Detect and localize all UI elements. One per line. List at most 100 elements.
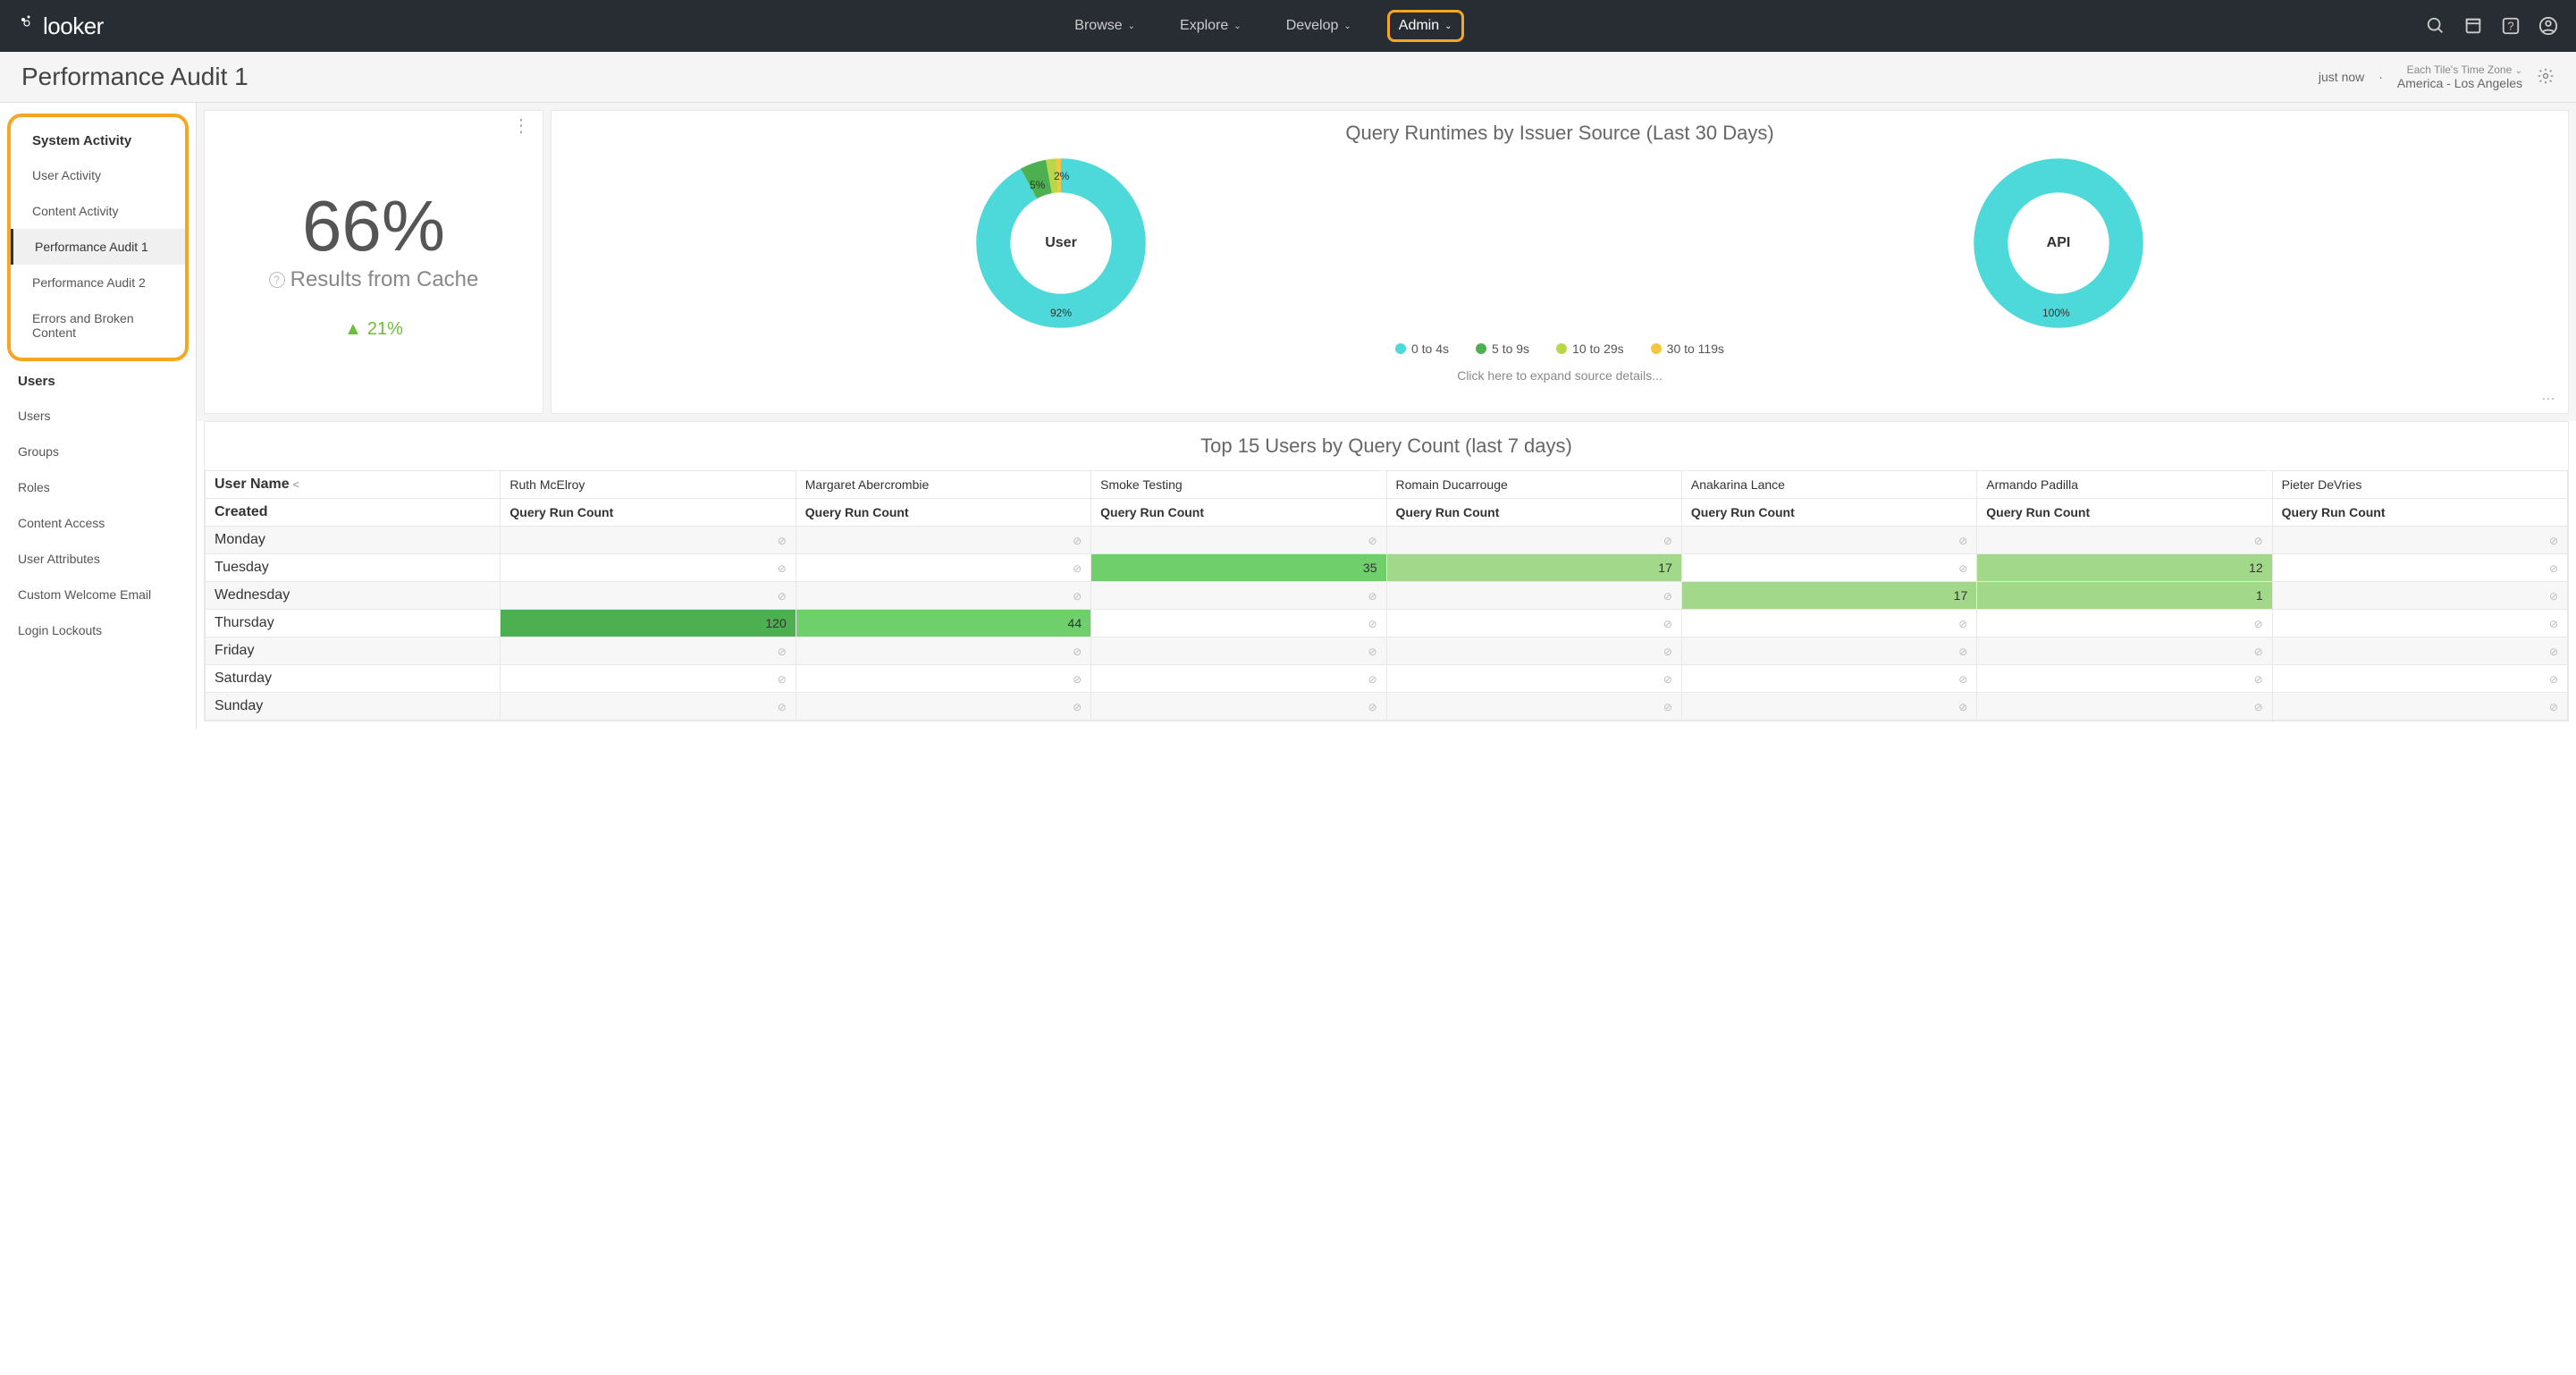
user-icon[interactable] xyxy=(2538,16,2558,36)
null-icon: ⊘ xyxy=(1958,645,1967,658)
table-cell-empty[interactable]: ⊘ xyxy=(1977,527,2272,554)
table-cell-empty[interactable]: ⊘ xyxy=(796,693,1090,721)
table-cell-empty[interactable]: ⊘ xyxy=(1386,693,1681,721)
table-cell-empty[interactable]: ⊘ xyxy=(501,665,796,693)
sidebar-item[interactable]: Users xyxy=(0,398,196,434)
table-cell[interactable]: 17 xyxy=(1386,554,1681,582)
timezone-block[interactable]: Each Tile's Time Zone ⌄ America - Los An… xyxy=(2397,63,2522,90)
metric-header[interactable]: Query Run Count xyxy=(1091,499,1386,527)
table-cell-empty[interactable]: ⊘ xyxy=(1386,610,1681,637)
legend-swatch xyxy=(1651,343,1662,354)
metric-header[interactable]: Query Run Count xyxy=(501,499,796,527)
table-cell-empty[interactable]: ⊘ xyxy=(796,554,1090,582)
nav-item-develop[interactable]: Develop⌄ xyxy=(1277,10,1360,42)
metric-header[interactable]: Query Run Count xyxy=(1386,499,1681,527)
sidebar-item[interactable]: Groups xyxy=(0,434,196,469)
user-name-header[interactable]: User Name< xyxy=(206,471,501,499)
search-icon[interactable] xyxy=(2426,16,2446,36)
table-cell-empty[interactable]: ⊘ xyxy=(1681,610,1976,637)
table-cell-empty[interactable]: ⊘ xyxy=(796,637,1090,665)
metric-header[interactable]: Query Run Count xyxy=(2272,499,2567,527)
nav-item-explore[interactable]: Explore⌄ xyxy=(1171,10,1250,42)
sidebar-item[interactable]: Performance Audit 2 xyxy=(11,265,185,300)
table-cell-empty[interactable]: ⊘ xyxy=(501,637,796,665)
table-cell-empty[interactable]: ⊘ xyxy=(1977,693,2272,721)
sidebar-item[interactable]: Login Lockouts xyxy=(0,612,196,648)
table-cell[interactable]: 12 xyxy=(1977,554,2272,582)
table-cell-empty[interactable]: ⊘ xyxy=(1681,554,1976,582)
table-cell-empty[interactable]: ⊘ xyxy=(501,527,796,554)
table-cell-empty[interactable]: ⊘ xyxy=(1977,637,2272,665)
table-cell-empty[interactable]: ⊘ xyxy=(796,527,1090,554)
user-column-header[interactable]: Anakarina Lance xyxy=(1681,471,1976,499)
sidebar-item[interactable]: Roles xyxy=(0,469,196,505)
table-cell-empty[interactable]: ⊘ xyxy=(2272,610,2567,637)
table-cell-empty[interactable]: ⊘ xyxy=(1386,637,1681,665)
sidebar-item[interactable]: Errors and Broken Content xyxy=(11,300,185,350)
table-cell-empty[interactable]: ⊘ xyxy=(1386,527,1681,554)
user-column-header[interactable]: Ruth McElroy xyxy=(501,471,796,499)
sidebar-item[interactable]: Content Access xyxy=(0,505,196,541)
bookmark-icon[interactable] xyxy=(2463,16,2483,36)
nav-item-browse[interactable]: Browse⌄ xyxy=(1065,10,1144,42)
nav-item-admin[interactable]: Admin⌄ xyxy=(1387,10,1464,42)
table-cell-empty[interactable]: ⊘ xyxy=(1386,665,1681,693)
table-cell[interactable]: 120 xyxy=(501,610,796,637)
table-cell-empty[interactable]: ⊘ xyxy=(2272,582,2567,610)
ellipsis-icon[interactable]: … xyxy=(2541,388,2555,404)
table-cell-empty[interactable]: ⊘ xyxy=(2272,637,2567,665)
table-cell[interactable]: 44 xyxy=(796,610,1090,637)
sidebar-item[interactable]: User Activity xyxy=(11,157,185,193)
metric-header[interactable]: Query Run Count xyxy=(1977,499,2272,527)
table-cell-empty[interactable]: ⊘ xyxy=(501,693,796,721)
user-column-header[interactable]: Margaret Abercrombie xyxy=(796,471,1090,499)
table-cell-empty[interactable]: ⊘ xyxy=(1091,693,1386,721)
table-cell-empty[interactable]: ⊘ xyxy=(1386,582,1681,610)
gear-icon[interactable] xyxy=(2537,67,2555,88)
table-cell[interactable]: 1 xyxy=(1977,582,2272,610)
null-icon: ⊘ xyxy=(2254,535,2263,547)
donut-pct-main: 92% xyxy=(1050,307,1072,319)
table-cell-empty[interactable]: ⊘ xyxy=(1681,693,1976,721)
table-title: Top 15 Users by Query Count (last 7 days… xyxy=(205,422,2568,470)
table-cell-empty[interactable]: ⊘ xyxy=(1091,665,1386,693)
logo[interactable]: looker xyxy=(18,13,104,40)
help-icon[interactable]: ? xyxy=(2501,16,2521,36)
null-icon: ⊘ xyxy=(1958,535,1967,547)
table-cell-empty[interactable]: ⊘ xyxy=(1977,665,2272,693)
tile-menu-icon[interactable]: ⋮ xyxy=(512,123,530,129)
sidebar-item[interactable]: Custom Welcome Email xyxy=(0,577,196,612)
user-column-header[interactable]: Pieter DeVries xyxy=(2272,471,2567,499)
table-cell-empty[interactable]: ⊘ xyxy=(1091,610,1386,637)
help-circle-icon[interactable]: ? xyxy=(269,272,285,288)
user-column-header[interactable]: Armando Padilla xyxy=(1977,471,2272,499)
table-cell-empty[interactable]: ⊘ xyxy=(1681,637,1976,665)
table-cell-empty[interactable]: ⊘ xyxy=(1091,637,1386,665)
metric-header[interactable]: Query Run Count xyxy=(1681,499,1976,527)
created-header[interactable]: Created xyxy=(206,499,501,527)
table-cell-empty[interactable]: ⊘ xyxy=(796,665,1090,693)
user-column-header[interactable]: Romain Ducarrouge xyxy=(1386,471,1681,499)
donut-pct-main: 100% xyxy=(2042,307,2070,319)
table-cell-empty[interactable]: ⊘ xyxy=(501,554,796,582)
table-cell-empty[interactable]: ⊘ xyxy=(501,582,796,610)
table-cell-empty[interactable]: ⊘ xyxy=(2272,665,2567,693)
table-cell-empty[interactable]: ⊘ xyxy=(796,582,1090,610)
sidebar-item[interactable]: Performance Audit 1 xyxy=(11,229,185,265)
metric-header[interactable]: Query Run Count xyxy=(796,499,1090,527)
sidebar-item[interactable]: Content Activity xyxy=(11,193,185,229)
expand-link[interactable]: Click here to expand source details... xyxy=(562,368,2557,383)
table-cell-empty[interactable]: ⊘ xyxy=(2272,527,2567,554)
table-cell-empty[interactable]: ⊘ xyxy=(1977,610,2272,637)
sidebar-item[interactable]: User Attributes xyxy=(0,541,196,577)
table-cell-empty[interactable]: ⊘ xyxy=(1681,527,1976,554)
table-cell-empty[interactable]: ⊘ xyxy=(2272,693,2567,721)
day-row-header: Sunday xyxy=(206,693,501,721)
table-cell-empty[interactable]: ⊘ xyxy=(1681,665,1976,693)
table-cell-empty[interactable]: ⊘ xyxy=(2272,554,2567,582)
table-cell-empty[interactable]: ⊘ xyxy=(1091,527,1386,554)
table-cell[interactable]: 35 xyxy=(1091,554,1386,582)
table-cell-empty[interactable]: ⊘ xyxy=(1091,582,1386,610)
table-cell[interactable]: 17 xyxy=(1681,582,1976,610)
user-column-header[interactable]: Smoke Testing xyxy=(1091,471,1386,499)
